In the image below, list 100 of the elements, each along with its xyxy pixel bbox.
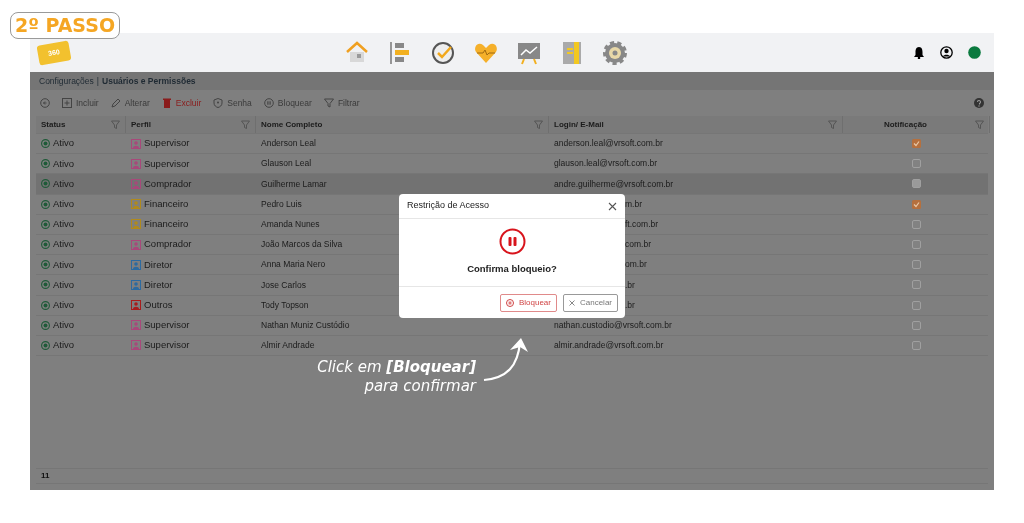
table-cell: Anna Maria Nero	[261, 258, 326, 272]
table-cell: com.br	[625, 238, 651, 251]
profile-text: Supervisor	[144, 156, 190, 171]
radio-dot-icon	[41, 300, 50, 310]
radio-dot-icon	[41, 260, 50, 270]
checkbox[interactable]	[912, 159, 921, 169]
checkbox[interactable]	[912, 179, 921, 189]
cancel-button[interactable]: Cancelar	[563, 293, 618, 312]
column-header: Perfil	[131, 118, 151, 131]
toolbar-button[interactable]: Alterar	[110, 96, 150, 110]
status-text: Ativo	[53, 277, 75, 292]
status-text: Ativo	[53, 217, 75, 232]
checkbox[interactable]	[912, 320, 921, 330]
radio-dot-icon	[41, 219, 50, 229]
table-cell: .br	[625, 298, 635, 312]
table-cell: almir.andrade@vrsoft.com.br	[554, 339, 664, 352]
checkbox[interactable]	[912, 199, 921, 209]
profile-text: Outros	[144, 297, 173, 312]
filter-icon[interactable]	[975, 120, 984, 129]
table-cell: anderson.leal@vrsoft.com.br	[554, 137, 663, 150]
toolbar-button[interactable]: Bloquear	[263, 96, 312, 110]
confirm-button[interactable]: Bloquear	[499, 293, 557, 312]
checkbox[interactable]	[912, 280, 921, 290]
modal-title: Restrição de Acesso	[407, 199, 490, 213]
profile-text: Diretor	[144, 257, 173, 272]
checkbox[interactable]	[912, 139, 921, 149]
checkbox[interactable]	[912, 260, 921, 270]
toolbar-button[interactable]: Senha	[213, 96, 252, 110]
filter-icon[interactable]	[534, 120, 543, 129]
table-row[interactable]: Ativo Comprador Guilherme Lamar andre.guilherme@vrsoft.com.br	[36, 174, 988, 195]
help-icon[interactable]	[974, 98, 984, 108]
toolbar-button[interactable]: Excluir	[161, 96, 202, 110]
pause-circle-icon	[263, 98, 274, 108]
table-cell: Amanda Nunes	[261, 217, 320, 231]
status-text: Ativo	[53, 136, 75, 151]
step-badge: 2º PASSO	[10, 12, 120, 39]
status-text: Ativo	[53, 176, 75, 191]
user-icon[interactable]	[940, 46, 953, 59]
table-cell: Jose Carlos	[261, 278, 306, 292]
row-count: 11	[41, 470, 50, 482]
table-row[interactable]: Ativo Supervisor Anderson Leal anderson.leal@vrsoft.com.br	[36, 134, 988, 155]
table-cell: glauson.leal@vrsoft.com.br	[554, 157, 658, 171]
checkbox[interactable]	[912, 340, 921, 350]
plus-square-icon	[62, 98, 72, 108]
column-header: Status	[41, 118, 66, 131]
status-text: Ativo	[53, 297, 75, 312]
close-icon	[569, 299, 575, 306]
breadcrumb-separator: |	[96, 74, 100, 88]
settings-icon[interactable]	[602, 39, 628, 66]
table-cell: om.br	[625, 258, 647, 272]
status-text: Ativo	[53, 156, 75, 171]
trash-icon	[161, 98, 172, 108]
table-row[interactable]: Ativo Supervisor Almir Andrade almir.andrade@vrsoft.com.br	[36, 335, 988, 357]
filter-icon	[323, 98, 334, 108]
profile-text: Diretor	[144, 277, 173, 292]
checkbox[interactable]	[912, 300, 921, 310]
pause-circle-icon	[498, 228, 526, 256]
table-cell: Pedro Luis	[261, 197, 302, 211]
checkbox[interactable]	[912, 219, 921, 229]
profile-text: Comprador	[144, 237, 192, 252]
profile-text: Financeiro	[144, 197, 189, 212]
toolbar-button[interactable]: Incluir	[62, 96, 99, 110]
radio-dot-icon	[41, 179, 50, 189]
table-cell: Glauson Leal	[261, 157, 312, 171]
pencil-icon	[110, 98, 121, 108]
checkbox[interactable]	[912, 240, 921, 250]
clock-check-icon[interactable]	[430, 39, 456, 66]
table-cell: m.br	[625, 197, 642, 211]
shield-icon	[213, 98, 224, 108]
annotation-text: para confirmar	[363, 377, 476, 396]
toolbar-button[interactable]: Filtrar	[323, 96, 360, 110]
status-text: Ativo	[53, 318, 75, 333]
bell-icon[interactable]	[913, 46, 925, 59]
column-header: Login/ E-Mail	[554, 118, 604, 131]
breadcrumb-current: Usuários e Permissões	[102, 74, 196, 88]
table-cell: ft.com.br	[625, 217, 659, 231]
status-text: Ativo	[53, 197, 75, 212]
close-icon[interactable]	[608, 201, 617, 211]
filter-icon[interactable]	[111, 120, 120, 129]
radio-dot-icon	[41, 159, 50, 169]
radio-dot-icon	[41, 240, 50, 250]
table-cell: João Marcos da Silva	[261, 238, 343, 251]
annotation-text: Click em [Bloquear]	[316, 358, 476, 377]
status-text: Ativo	[53, 338, 75, 353]
profile-text: Supervisor	[144, 318, 190, 333]
radio-dot-icon	[41, 199, 50, 209]
table-cell: Tody Topson	[261, 298, 309, 312]
filter-icon[interactable]	[241, 120, 250, 129]
table-cell: .br	[625, 278, 635, 292]
pause-circle-icon	[505, 298, 514, 307]
modal-message: Confirma bloqueio?	[467, 262, 557, 277]
profile-text: Supervisor	[144, 136, 190, 151]
radio-dot-icon	[41, 340, 50, 350]
column-header: Nome Completo	[261, 118, 323, 131]
status-text: Ativo	[53, 257, 75, 272]
radio-dot-icon	[41, 139, 50, 149]
table-cell: Nathan Muniz Custódio	[261, 318, 350, 332]
radio-dot-icon	[41, 320, 50, 330]
filter-icon[interactable]	[828, 120, 837, 129]
back-icon[interactable]	[40, 98, 50, 108]
